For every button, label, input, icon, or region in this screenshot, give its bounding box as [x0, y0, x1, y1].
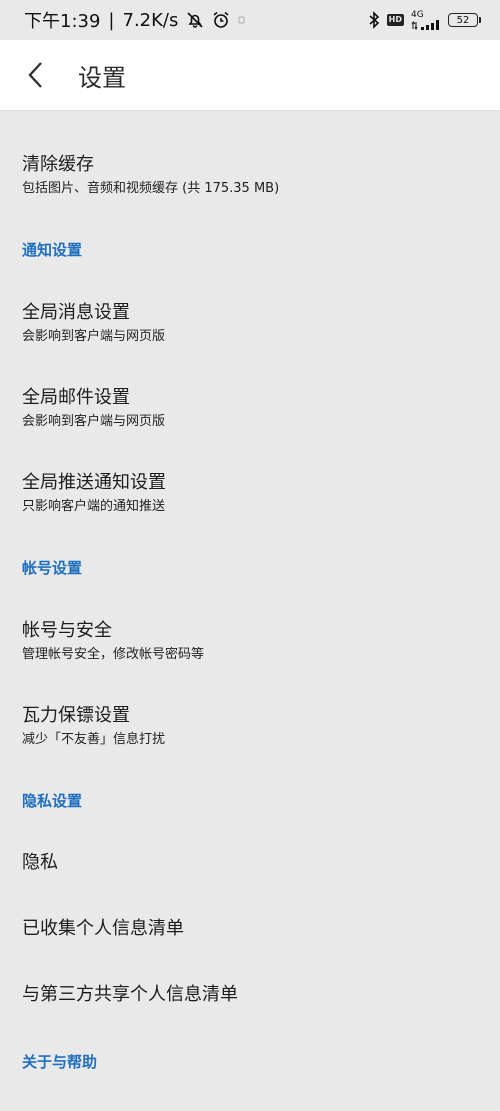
item-subtitle: 减少「不友善」信息打扰: [22, 732, 166, 747]
item-title: 已收集个人信息清单: [22, 918, 184, 939]
global-mail-settings-item[interactable]: 全局邮件设置 会影响到客户端与网页版: [22, 386, 478, 431]
app-bar: 设置: [0, 40, 500, 110]
item-title: 瓦力保镖设置: [22, 705, 130, 726]
status-left: 下午1:39 | 7.2K/s: [24, 7, 246, 33]
item-title: 全局推送通知设置: [22, 472, 166, 493]
status-separator: |: [108, 9, 115, 31]
hd-badge: HD: [386, 14, 404, 26]
third-party-info-list-item[interactable]: 与第三方共享个人信息清单: [22, 983, 478, 1007]
account-security-item[interactable]: 帐号与安全 管理帐号安全，修改帐号密码等: [22, 619, 478, 664]
global-push-settings-item[interactable]: 全局推送通知设置 只影响客户端的通知推送: [22, 471, 478, 516]
item-subtitle: 会影响到客户端与网页版: [22, 329, 166, 344]
status-net-speed: 7.2K/s: [122, 9, 179, 31]
status-time: 下午1:39: [24, 11, 101, 32]
item-title: 全局消息设置: [22, 302, 130, 323]
wali-guard-settings-item[interactable]: 瓦力保镖设置 减少「不友善」信息打扰: [22, 704, 478, 749]
signal-icon: 4G: [411, 9, 441, 30]
item-subtitle: 只影响客户端的通知推送: [22, 499, 166, 514]
notification-dot-icon: [238, 15, 246, 25]
back-button[interactable]: [0, 40, 70, 110]
item-subtitle: 管理帐号安全，修改帐号密码等: [22, 647, 205, 662]
battery-icon: 52: [448, 13, 481, 27]
item-title: 隐私: [22, 852, 58, 873]
item-title: 清除缓存: [22, 154, 94, 175]
battery-level: 52: [456, 14, 470, 26]
item-subtitle: 会影响到客户端与网页版: [22, 414, 166, 429]
section-header-notification: 通知设置: [22, 241, 83, 259]
item-title: 帐号与安全: [22, 620, 112, 641]
chevron-left-icon: [27, 61, 43, 89]
section-header-about: 关于与帮助: [22, 1053, 98, 1071]
clear-cache-item[interactable]: 清除缓存 包括图片、音频和视频缓存 (共 175.35 MB): [22, 153, 478, 198]
item-subtitle: 包括图片、音频和视频缓存 (共 175.35 MB): [22, 181, 280, 196]
global-message-settings-item[interactable]: 全局消息设置 会影响到客户端与网页版: [22, 301, 478, 346]
collected-info-list-item[interactable]: 已收集个人信息清单: [22, 917, 478, 941]
bluetooth-icon: [368, 11, 380, 29]
section-header-account: 帐号设置: [22, 559, 83, 577]
network-type: 4G: [411, 9, 424, 20]
privacy-item[interactable]: 隐私: [22, 851, 478, 875]
item-title: 全局邮件设置: [22, 387, 130, 408]
section-header-privacy: 隐私设置: [22, 792, 83, 810]
alarm-clock-icon: [212, 11, 230, 29]
status-right: HD 4G 52: [368, 9, 481, 30]
status-bar: 下午1:39 | 7.2K/s HD 4G 52: [0, 0, 500, 40]
mute-bell-icon: [186, 11, 204, 29]
item-title: 与第三方共享个人信息清单: [22, 984, 238, 1005]
page-title: 设置: [78, 63, 126, 92]
